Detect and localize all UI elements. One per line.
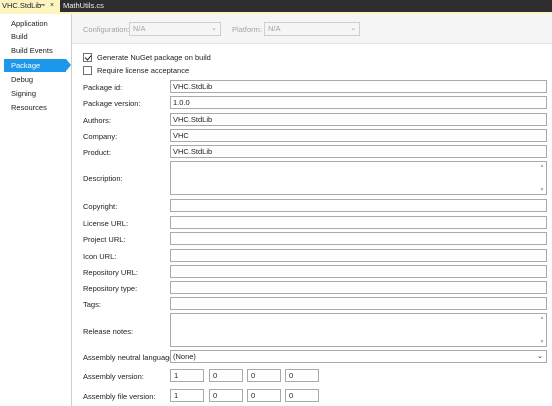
require-license-label: Require license acceptance xyxy=(97,66,190,75)
repository-url-input[interactable] xyxy=(170,265,547,278)
product-label: Product: xyxy=(83,148,111,157)
triangle-up-icon[interactable]: ▲ xyxy=(538,314,546,322)
sidebar-item-signing[interactable]: Signing xyxy=(0,87,71,100)
file-version-minor[interactable]: 0 xyxy=(209,389,243,402)
authors-input[interactable]: VHC.StdLib xyxy=(170,113,547,126)
close-icon[interactable]: × xyxy=(50,0,54,12)
file-version-major[interactable]: 1 xyxy=(170,389,204,402)
release-notes-textarea[interactable]: ▲ ▼ xyxy=(170,313,547,347)
description-label: Description: xyxy=(83,174,123,183)
company-input[interactable]: VHC xyxy=(170,129,547,142)
package-page: Configuration: N/A ⌄ Platform: N/A ⌄ Gen… xyxy=(71,14,552,406)
authors-label: Authors: xyxy=(83,116,111,125)
product-input[interactable]: VHC.StdLib xyxy=(170,145,547,158)
triangle-down-icon[interactable]: ▼ xyxy=(538,338,546,346)
configuration-label: Configuration: xyxy=(83,25,130,34)
require-license-checkbox[interactable] xyxy=(83,66,92,75)
tags-label: Tags: xyxy=(83,300,101,309)
triangle-up-icon[interactable]: ▲ xyxy=(538,162,546,170)
platform-label: Platform: xyxy=(232,25,263,34)
chevron-down-icon: ⌄ xyxy=(350,25,356,32)
license-url-label: License URL: xyxy=(83,219,129,228)
repository-url-label: Repository URL: xyxy=(83,268,139,277)
platform-value: N/A xyxy=(268,24,281,33)
configuration-bar: Configuration: N/A ⌄ Platform: N/A ⌄ xyxy=(72,14,552,44)
package-version-label: Package version: xyxy=(83,99,141,108)
generate-nuget-label: Generate NuGet package on build xyxy=(97,53,211,62)
repository-type-label: Repository type: xyxy=(83,284,138,293)
tab-mathutils[interactable]: MathUtils.cs xyxy=(61,0,121,12)
sidebar-item-build[interactable]: Build xyxy=(0,30,71,43)
repository-type-input[interactable] xyxy=(170,281,547,294)
neutral-language-select[interactable]: (None) ⌄ xyxy=(170,350,547,363)
release-notes-label: Release notes: xyxy=(83,327,134,336)
icon-url-label: Icon URL: xyxy=(83,252,117,261)
release-notes-scrollbar[interactable]: ▲ ▼ xyxy=(538,314,546,346)
tags-input[interactable] xyxy=(170,297,547,310)
project-url-label: Project URL: xyxy=(83,235,126,244)
copyright-input[interactable] xyxy=(170,199,547,212)
project-url-input[interactable] xyxy=(170,232,547,245)
assembly-version-build[interactable]: 0 xyxy=(247,369,281,382)
license-url-input[interactable] xyxy=(170,216,547,229)
assembly-version-major[interactable]: 1 xyxy=(170,369,204,382)
icon-url-input[interactable] xyxy=(170,249,547,262)
description-textarea[interactable]: ▲ ▼ xyxy=(170,161,547,195)
sidebar-item-debug[interactable]: Debug xyxy=(0,73,71,86)
page-scrollbar[interactable] xyxy=(548,44,552,406)
platform-select[interactable]: N/A ⌄ xyxy=(264,22,360,36)
chevron-down-icon: ⌄ xyxy=(537,353,543,360)
file-version-build[interactable]: 0 xyxy=(247,389,281,402)
sidebar-item-resources[interactable]: Resources xyxy=(0,101,71,114)
assembly-version-minor[interactable]: 0 xyxy=(209,369,243,382)
company-label: Company: xyxy=(83,132,118,141)
generate-nuget-checkbox[interactable] xyxy=(83,53,92,62)
document-tab-strip: VHC.StdLib ⊸ × MathUtils.cs xyxy=(0,0,552,12)
tab-label: MathUtils.cs xyxy=(63,1,104,10)
package-id-label: Package id: xyxy=(83,83,123,92)
package-version-input[interactable]: 1.0.0 xyxy=(170,96,547,109)
sidebar-item-package[interactable]: Package xyxy=(4,59,66,72)
assembly-version-revision[interactable]: 0 xyxy=(285,369,319,382)
configuration-value: N/A xyxy=(133,24,146,33)
triangle-down-icon[interactable]: ▼ xyxy=(538,186,546,194)
package-id-input[interactable]: VHC.StdLib xyxy=(170,80,547,93)
neutral-language-value: (None) xyxy=(173,352,196,361)
copyright-label: Copyright: xyxy=(83,202,118,211)
sidebar-item-build-events[interactable]: Build Events xyxy=(0,44,71,57)
assembly-version-label: Assembly version: xyxy=(83,372,144,381)
configuration-select[interactable]: N/A ⌄ xyxy=(129,22,221,36)
neutral-language-label: Assembly neutral language: xyxy=(83,353,176,362)
assembly-file-version-label: Assembly file version: xyxy=(83,392,156,401)
pin-icon[interactable]: ⊸ xyxy=(39,0,45,12)
chevron-down-icon: ⌄ xyxy=(211,25,217,32)
sidebar-item-application[interactable]: Application xyxy=(0,17,71,30)
property-pages-sidebar: Application Build Build Events Package D… xyxy=(0,14,71,406)
tab-label: VHC.StdLib xyxy=(2,1,42,10)
tab-vhc-stdlib[interactable]: VHC.StdLib ⊸ × xyxy=(0,0,60,12)
description-scrollbar[interactable]: ▲ ▼ xyxy=(538,162,546,194)
file-version-revision[interactable]: 0 xyxy=(285,389,319,402)
